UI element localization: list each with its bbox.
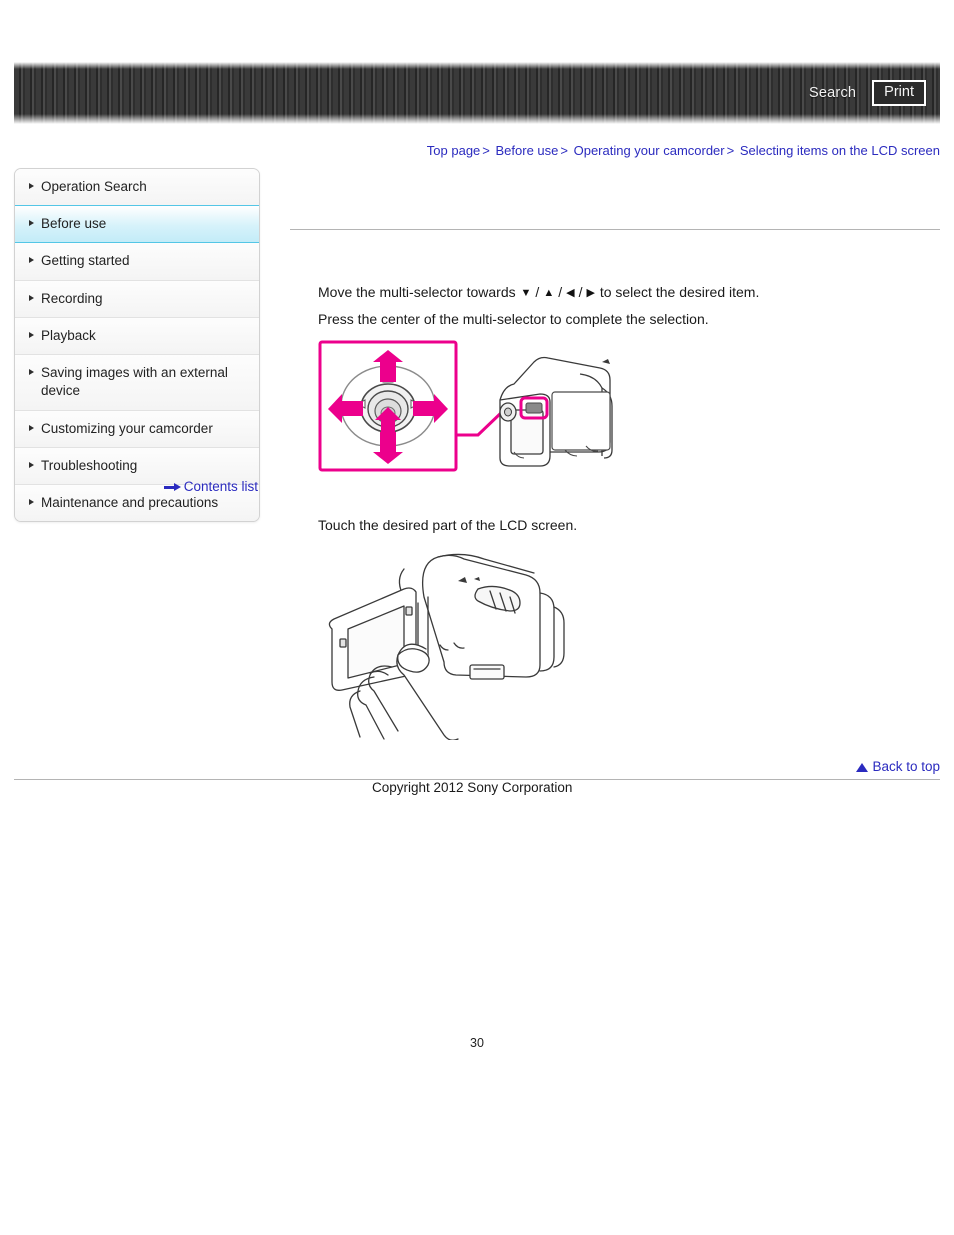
bullet-triangle-icon	[29, 498, 34, 505]
back-to-top-link[interactable]: Back to top	[856, 759, 940, 774]
direction-left-icon: ◀	[566, 287, 575, 299]
sidebar-item-label: Getting started	[41, 253, 130, 269]
breadcrumb-separator: >	[482, 143, 490, 158]
sidebar-item-saving-images-with-an-external-device[interactable]: Saving images with an external device	[15, 355, 259, 411]
sidebar-item-label: Before use	[41, 216, 107, 232]
header-controls: Search Print	[809, 62, 926, 124]
bullet-triangle-icon	[29, 183, 34, 189]
breadcrumb-item-before-use[interactable]: Before use	[496, 143, 559, 158]
contents-list-row: Contents list	[14, 479, 258, 494]
glyph-separator: /	[535, 284, 540, 300]
triangle-up-icon	[856, 763, 869, 772]
sidebar-item-customizing-your-camcorder[interactable]: Customizing your camcorder	[15, 410, 259, 448]
sidebar-item-label: Playback	[41, 327, 96, 343]
bullet-triangle-icon	[29, 331, 34, 338]
sidebar-item-label: Customizing your camcorder	[41, 420, 213, 436]
breadcrumb-item-top-page[interactable]: Top page	[427, 143, 481, 158]
sidebar-item-label: Recording	[41, 290, 103, 306]
bullet-triangle-icon	[29, 424, 34, 431]
bullet-triangle-icon	[29, 220, 34, 227]
bullet-triangle-icon	[29, 257, 34, 264]
multi-selector-diagram	[318, 340, 628, 475]
content-divider	[290, 229, 940, 230]
sidebar-item-operation-search[interactable]: Operation Search	[15, 169, 259, 207]
sidebar-item-label: Saving images with an external device	[41, 365, 228, 399]
bullet-triangle-icon	[29, 461, 34, 468]
sidebar-item-label: Troubleshooting	[41, 457, 138, 473]
instruction-move-suffix: to select the desired item.	[599, 284, 760, 300]
sidebar-item-label: Maintenance and precautions	[41, 494, 219, 510]
contents-list-link[interactable]: Contents list	[163, 479, 258, 494]
touch-lcd-diagram	[318, 545, 618, 741]
instruction-move-multiselector: Move the multi-selector towards ▼ / ▲ / ◀ / ▶ …	[318, 282, 759, 303]
back-to-top-label: Back to top	[872, 759, 940, 774]
print-button[interactable]: Print	[872, 79, 926, 107]
search-link[interactable]: Search	[809, 85, 856, 101]
contents-list-label: Contents list	[183, 479, 258, 494]
bullet-triangle-icon	[29, 294, 34, 301]
sidebar-item-recording[interactable]: Recording	[15, 280, 259, 318]
instruction-touch-lcd: Touch the desired part of the LCD screen…	[318, 517, 578, 533]
sidebar-nav: Operation Search Before use Getting star…	[14, 168, 260, 523]
sidebar-item-before-use[interactable]: Before use	[15, 205, 259, 244]
glyph-separator: /	[558, 284, 563, 300]
bullet-triangle-icon	[29, 369, 34, 376]
instruction-press-center: Press the center of the multi-selector t…	[318, 311, 709, 327]
breadcrumb: Top page > Before use > Operating your cam…	[290, 143, 940, 158]
breadcrumb-separator: >	[726, 143, 735, 158]
page-number: 30	[470, 1036, 484, 1050]
breadcrumb-item-operating-your-camcorder[interactable]: Operating your camcorder	[574, 143, 725, 158]
sidebar-item-playback[interactable]: Playback	[15, 317, 259, 356]
header-bar: Search Print	[14, 62, 940, 124]
direction-up-icon: ▲	[543, 287, 555, 299]
instruction-move-prefix: Move the multi-selector towards	[318, 284, 516, 300]
glyph-separator: /	[578, 284, 583, 300]
copyright-text: Copyright 2012 Sony Corporation	[372, 780, 573, 795]
sidebar-item-label: Operation Search	[41, 179, 147, 194]
arrow-right-icon	[163, 483, 181, 492]
breadcrumb-separator: >	[560, 143, 568, 158]
sidebar-item-getting-started[interactable]: Getting started	[15, 243, 259, 281]
breadcrumb-item-selecting-items-on-the-lcd-screen[interactable]: Selecting items on the LCD screen	[740, 143, 940, 158]
direction-right-icon: ▶	[586, 287, 595, 299]
direction-down-icon: ▼	[520, 287, 532, 299]
